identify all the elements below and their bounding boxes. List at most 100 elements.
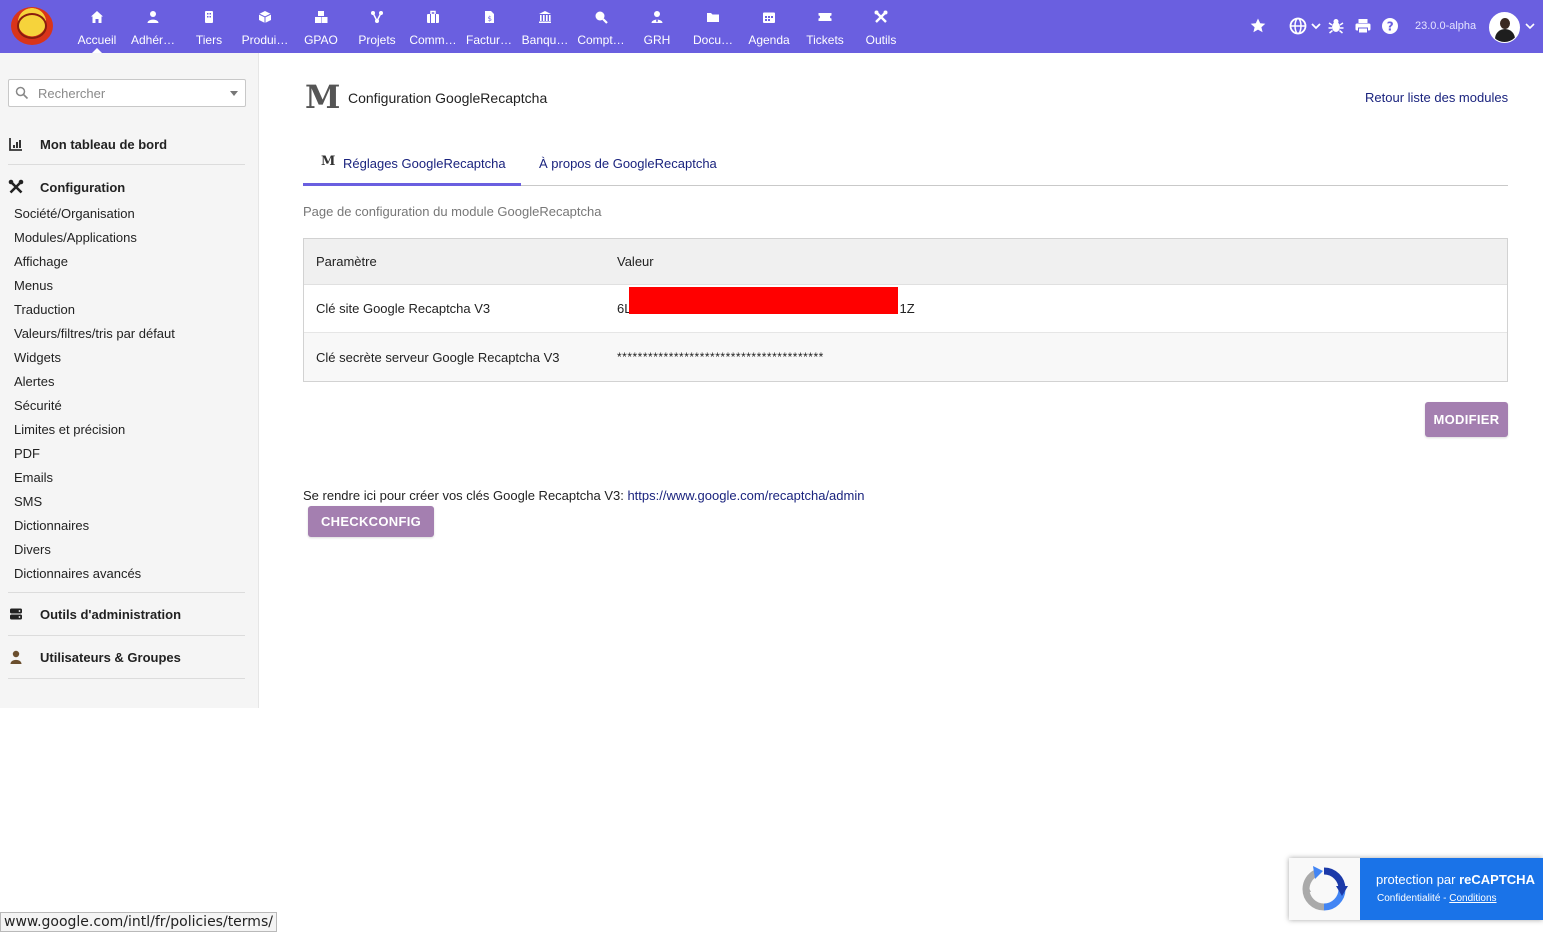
chart-icon (9, 138, 22, 151)
menu-billing[interactable]: $ Factur… (461, 0, 517, 53)
users-groups-label: Utilisateurs & Groupes (40, 650, 181, 665)
menu-thirdparties[interactable]: Tiers (181, 0, 237, 53)
chevron-down-icon[interactable] (1524, 20, 1536, 32)
param-name: Clé secrète serveur Google Recaptcha V3 (316, 349, 560, 365)
svg-text:$: $ (488, 15, 492, 23)
search-input[interactable] (38, 84, 228, 102)
recaptcha-logo (1289, 858, 1360, 920)
menu-members[interactable]: Adhér… (125, 0, 181, 53)
site-key-end: 1Z (899, 301, 915, 316)
menu-commercial[interactable]: Comm… (405, 0, 461, 53)
home-icon (91, 11, 103, 23)
sidebar-item-pdf[interactable]: PDF (14, 446, 40, 461)
printer-icon[interactable] (1354, 17, 1372, 35)
module-logo: M (305, 78, 341, 116)
menu-tools[interactable]: Outils (853, 0, 909, 53)
calendar-icon (763, 12, 775, 23)
sidebar-item-display[interactable]: Affichage (14, 254, 68, 269)
privacy-link[interactable]: Confidentialité (1377, 893, 1440, 904)
sidebar-item-widgets[interactable]: Widgets (14, 350, 61, 365)
search-icon (15, 86, 29, 100)
sidebar-item-company[interactable]: Société/Organisation (14, 206, 135, 221)
status-bar-url: www.google.com/intl/fr/policies/terms/ (0, 912, 277, 932)
menu-label: Comm… (409, 33, 457, 47)
tab-label: Réglages GoogleRecaptcha (343, 156, 506, 171)
cube-icon (258, 11, 272, 23)
menu-label: Produi… (241, 33, 289, 47)
sidebar-item-sms[interactable]: SMS (14, 494, 42, 509)
param-value: 6L 1Z (617, 285, 915, 332)
sidebar-item-misc[interactable]: Divers (14, 542, 51, 557)
dashboard-link[interactable]: Mon tableau de bord (8, 137, 245, 153)
table-row: Clé site Google Recaptcha V3 6L 1Z (304, 285, 1507, 333)
chevron-down-icon[interactable] (1310, 17, 1322, 35)
menu-label: Tiers (195, 33, 223, 47)
recaptcha-title-prefix: protection par (1376, 872, 1460, 887)
recaptcha-badge[interactable]: protection par reCAPTCHA Confidentialité… (1289, 858, 1543, 920)
table-header: Paramètre Valeur (304, 239, 1507, 285)
menu-search[interactable] (8, 79, 246, 107)
sidebar-item-security[interactable]: Sécurité (14, 398, 62, 413)
recaptcha-title: protection par reCAPTCHA (1376, 872, 1535, 887)
menu-products[interactable]: Produi… (237, 0, 293, 53)
menu-label: Compt… (577, 33, 625, 47)
sidebar-item-modules[interactable]: Modules/Applications (14, 230, 137, 245)
menu-label: GPAO (304, 33, 338, 47)
sidebar-item-dictionaries[interactable]: Dictionnaires (14, 518, 89, 533)
menu-tickets[interactable]: Tickets (797, 0, 853, 53)
menu-label: Projets (358, 33, 396, 47)
column-header-parameter: Paramètre (316, 254, 377, 269)
sidebar-item-defaults[interactable]: Valeurs/filtres/tris par défaut (14, 326, 175, 341)
help-icon[interactable]: ? (1381, 17, 1399, 35)
top-navbar: Accueil Adhér… Tiers Produi… GPAO Projet… (0, 0, 1543, 53)
tab-about[interactable]: À propos de GoogleRecaptcha (539, 148, 729, 186)
user-avatar[interactable] (1489, 12, 1520, 43)
menu-home[interactable]: Accueil (69, 0, 125, 53)
bank-icon (539, 11, 551, 23)
menu-hr[interactable]: GRH (629, 0, 685, 53)
admin-tools-section[interactable]: Outils d'administration (8, 607, 245, 623)
recaptcha-brand: reCAPTCHA (1459, 872, 1535, 887)
sidebar-item-emails[interactable]: Emails (14, 470, 53, 485)
menu-accounting[interactable]: Compt… (573, 0, 629, 53)
sidebar-item-menus[interactable]: Menus (14, 278, 53, 293)
column-header-value: Valeur (617, 254, 654, 269)
users-groups-section[interactable]: Utilisateurs & Groupes (8, 650, 245, 666)
server-icon (10, 608, 22, 620)
dashboard-label: Mon tableau de bord (40, 137, 168, 152)
sidebar-item-limits[interactable]: Limites et précision (14, 422, 125, 437)
chevron-down-icon[interactable] (230, 91, 238, 96)
checkconfig-button[interactable]: CHECKCONFIG (308, 506, 434, 537)
globe-icon[interactable] (1289, 17, 1307, 35)
sidebar-item-translation[interactable]: Traduction (14, 302, 75, 317)
sidebar-item-advanced-dictionaries[interactable]: Dictionnaires avancés (14, 566, 141, 581)
divider (8, 164, 245, 165)
back-to-modules-link[interactable]: Retour liste des modules (1365, 90, 1508, 105)
menu-agenda[interactable]: Agenda (741, 0, 797, 53)
param-name: Clé site Google Recaptcha V3 (316, 301, 491, 316)
company-logo[interactable] (11, 7, 53, 45)
recaptcha-links: Confidentialité - Conditions (1377, 893, 1497, 904)
svg-text:?: ? (1387, 20, 1394, 34)
divider (8, 635, 245, 636)
project-icon (371, 11, 383, 23)
terms-link[interactable]: Conditions (1449, 893, 1496, 904)
menu-gpao[interactable]: GPAO (293, 0, 349, 53)
ticket-icon (818, 13, 832, 21)
bookmark-star-icon[interactable] (1249, 17, 1267, 35)
tools-icon (874, 10, 888, 23)
modify-button[interactable]: MODIFIER (1425, 402, 1508, 437)
tab-settings[interactable]: M Réglages GoogleRecaptcha (303, 148, 521, 186)
menu-projects[interactable]: Projets (349, 0, 405, 53)
settings-table: Paramètre Valeur Clé site Google Recaptc… (303, 238, 1508, 382)
menu-bank[interactable]: Banqu… (517, 0, 573, 53)
left-sidebar: Mon tableau de bord Configuration Sociét… (0, 53, 259, 708)
recaptcha-admin-link[interactable]: https://www.google.com/recaptcha/admin (627, 488, 864, 503)
menu-documents[interactable]: Docu… (685, 0, 741, 53)
configuration-section[interactable]: Configuration (8, 179, 245, 196)
sidebar-item-alerts[interactable]: Alertes (14, 374, 54, 389)
bug-icon[interactable] (1327, 17, 1345, 35)
cubes-icon (315, 11, 328, 23)
menu-label: Outils (865, 33, 897, 47)
help-text-label: Se rendre ici pour créer vos clés Google… (303, 488, 628, 503)
